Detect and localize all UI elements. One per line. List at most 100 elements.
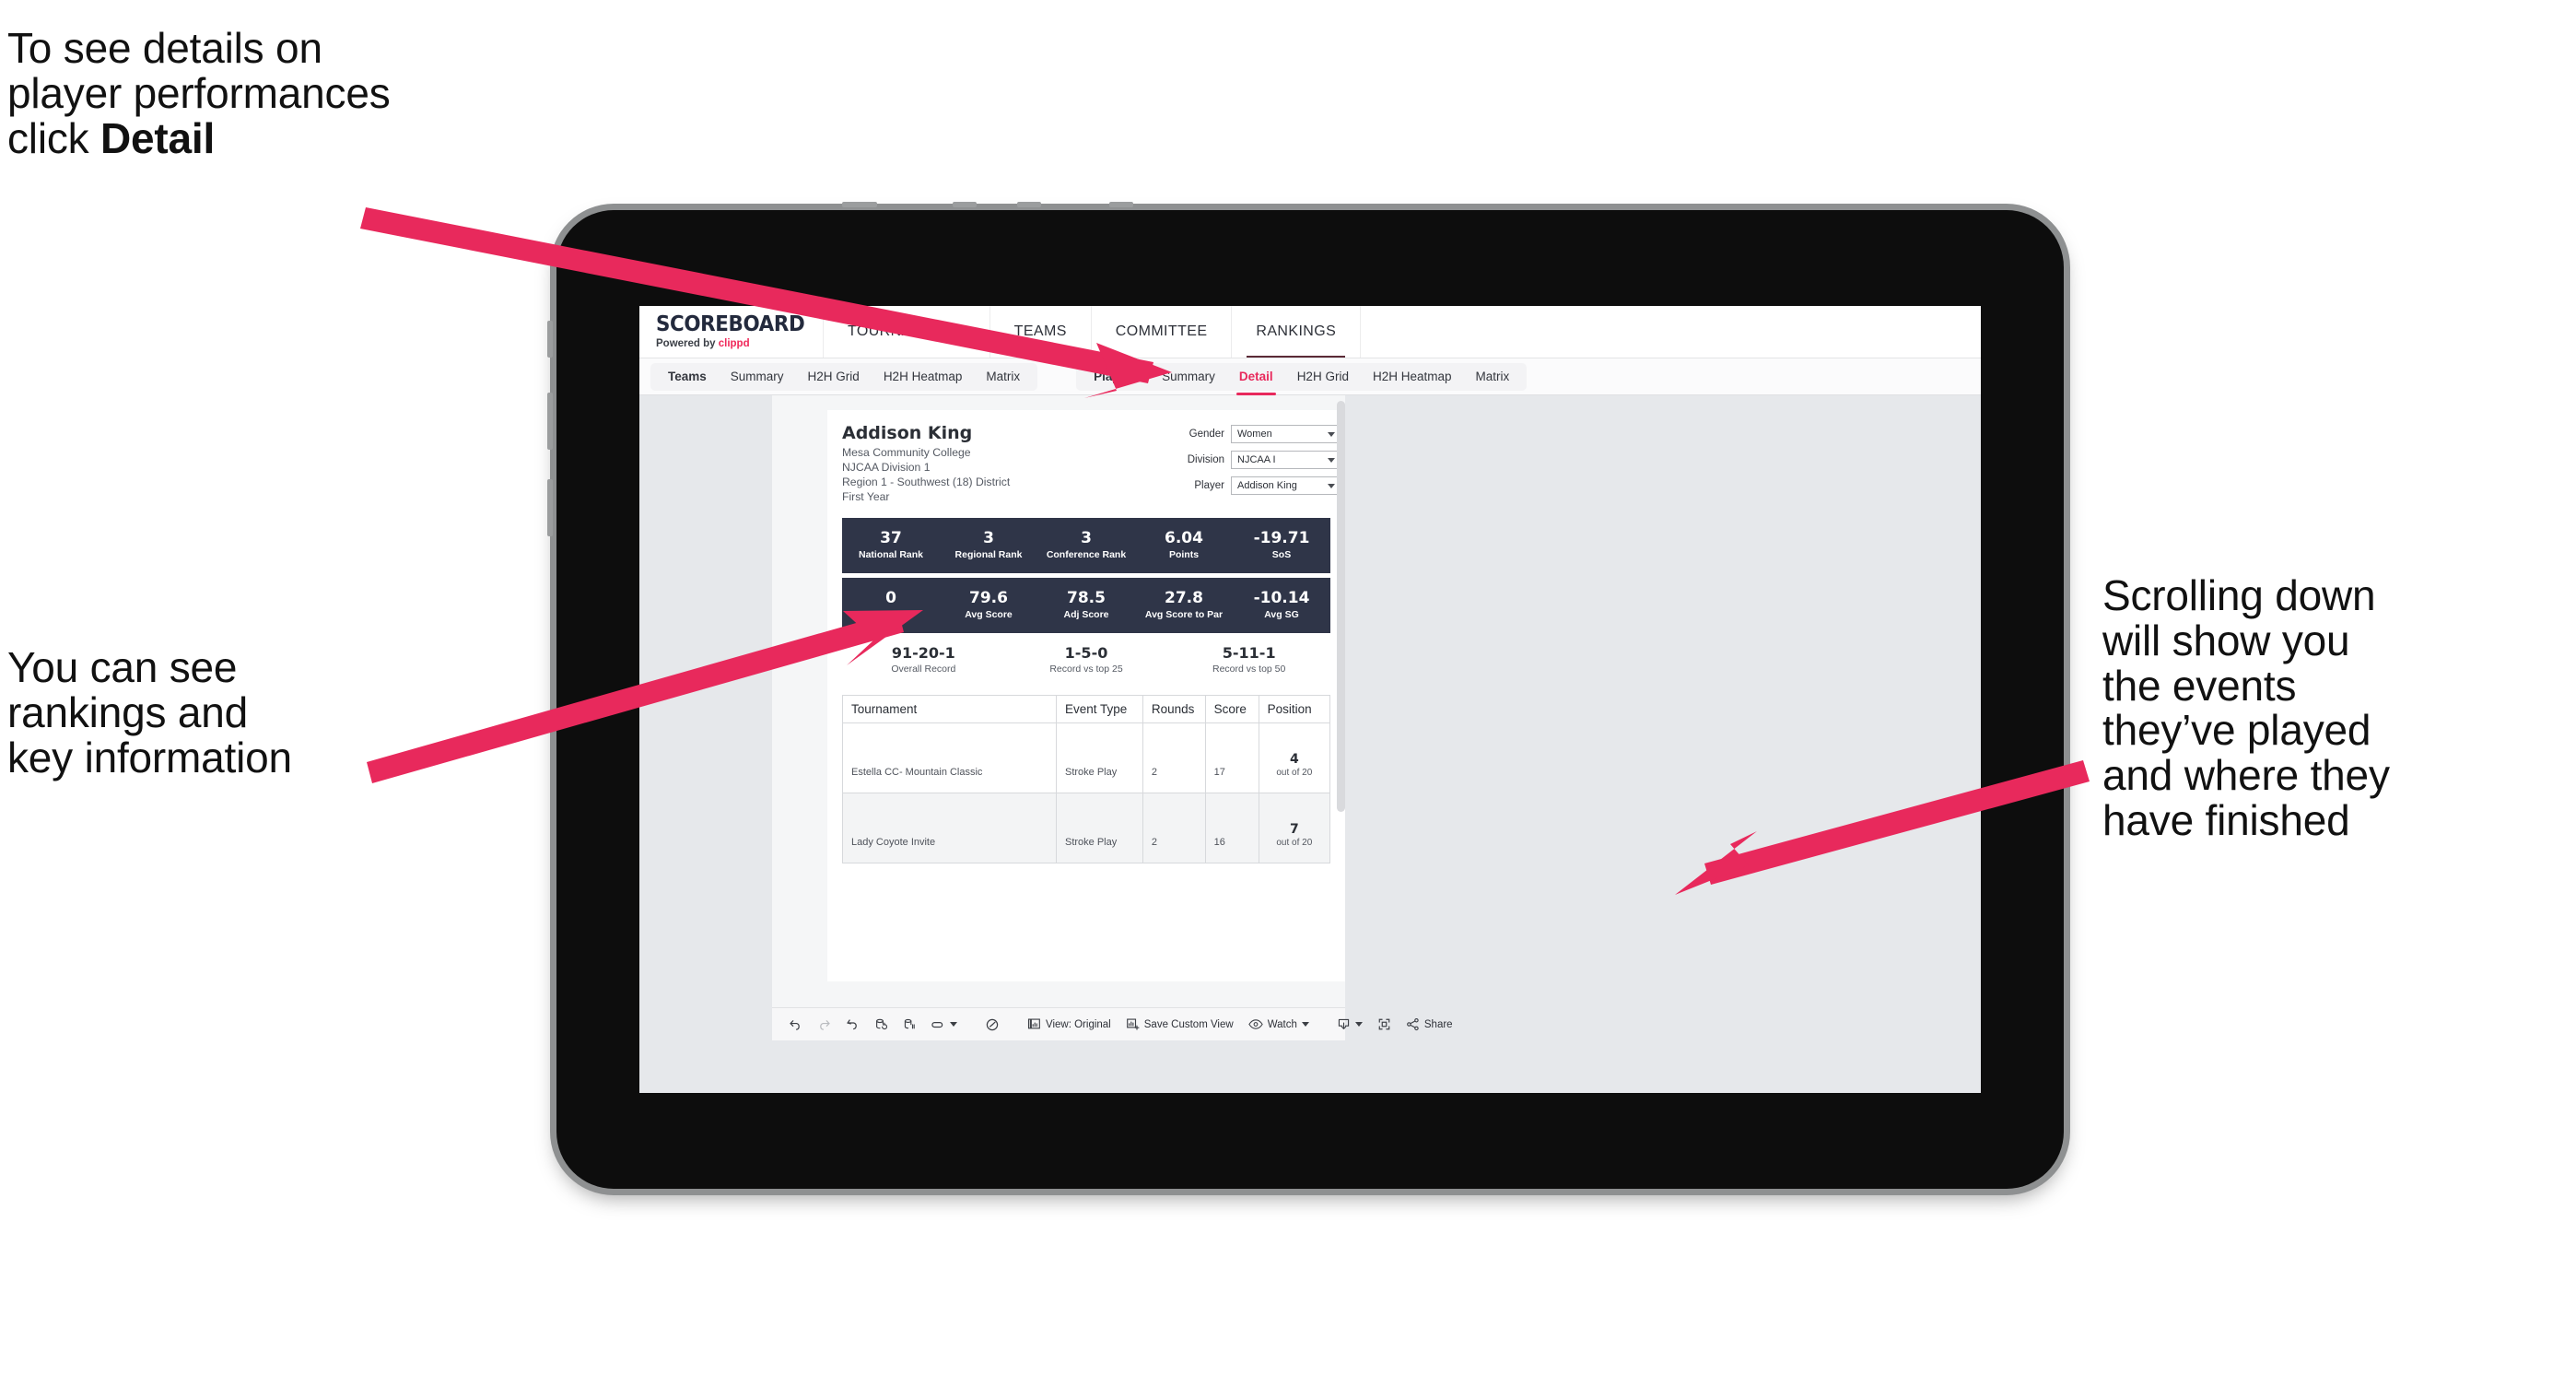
- subnav-item-players-h2h-heatmap[interactable]: H2H Heatmap: [1361, 363, 1464, 391]
- tablet-button-top-1: [842, 202, 877, 207]
- revert-button[interactable]: [838, 1014, 867, 1036]
- stat-points: 6.04 Points: [1135, 528, 1233, 561]
- stat-sos: -19.71 SoS: [1233, 528, 1330, 561]
- stat-value: 27.8: [1165, 588, 1203, 607]
- stat-label: Avg Score: [965, 609, 1013, 621]
- stat-label: Avg SG: [1264, 609, 1299, 621]
- position-value: 4: [1289, 751, 1299, 767]
- topnav-label: TOURNAMENTS: [848, 323, 966, 339]
- record-overall: 91-20-1 Overall Record: [842, 644, 1005, 675]
- cell-tournament: Lady Coyote Invite: [842, 792, 1057, 863]
- save-custom-view-button[interactable]: Save Custom View: [1118, 1014, 1241, 1036]
- stat-label: Avg Score to Par: [1144, 609, 1224, 621]
- tablet-button-side-2: [547, 393, 553, 450]
- topnav-label: RANKINGS: [1256, 323, 1337, 339]
- player-header: Addison King Mesa Community College NJCA…: [827, 423, 1345, 505]
- pause-auto-updates-button[interactable]: [896, 1014, 924, 1036]
- subnav-item-players-matrix[interactable]: Matrix: [1464, 363, 1522, 391]
- column-header-event-type[interactable]: Event Type: [1056, 694, 1143, 723]
- chevron-down-icon: [1328, 483, 1335, 488]
- filter-row-player: Player Addison King: [1159, 476, 1340, 495]
- subnav-item-players-h2h-grid[interactable]: H2H Grid: [1285, 363, 1361, 391]
- share-label: Share: [1423, 1018, 1453, 1030]
- table-row[interactable]: Lady Coyote Invite Stroke Play 2 16 7 ou…: [842, 792, 1331, 863]
- position-out-of: out of 20: [1276, 767, 1313, 778]
- topnav-item-committee[interactable]: COMMITTEE: [1092, 306, 1233, 358]
- subnav-item-teams[interactable]: Teams: [656, 363, 719, 391]
- stat-bar-scoring: 0 Wins 79.6 Avg Score 78.5 Adj Score 27.…: [842, 577, 1330, 633]
- filter-select-gender[interactable]: Women: [1231, 425, 1340, 443]
- watch-button[interactable]: Watch: [1241, 1014, 1317, 1036]
- subnav-item-players-summary[interactable]: Summary: [1150, 363, 1227, 391]
- table-row[interactable]: Estella CC- Mountain Classic Stroke Play…: [842, 722, 1331, 793]
- refresh-data-button[interactable]: [867, 1014, 896, 1036]
- chevron-down-icon: [1328, 431, 1335, 437]
- view-original-button[interactable]: View: Original: [1020, 1014, 1118, 1036]
- filter-select-player[interactable]: Addison King: [1231, 476, 1340, 495]
- player-detail-sheet: Addison King Mesa Community College NJCA…: [827, 410, 1345, 981]
- stat-value: 78.5: [1067, 588, 1106, 607]
- annotation-top-left: To see details on player performances cl…: [7, 26, 597, 160]
- subnav-item-teams-h2h-grid[interactable]: H2H Grid: [796, 363, 872, 391]
- topnav-item-teams[interactable]: TEAMS: [990, 306, 1092, 358]
- record-label: Overall Record: [891, 663, 956, 675]
- annotation-right: Scrolling down will show you the events …: [2102, 571, 2390, 844]
- viz-scrollbar-thumb[interactable]: [1337, 401, 1345, 812]
- subnav-group-players: Players Summary Detail H2H Grid H2H Heat…: [1076, 362, 1528, 395]
- filter-value-division: NJCAA I: [1237, 454, 1276, 465]
- brand-wordmark: SCOREBOARD: [656, 312, 805, 336]
- tablet-button-top-4: [1109, 202, 1133, 207]
- subnav-item-players[interactable]: Players: [1082, 363, 1150, 391]
- performance-recording-button[interactable]: [978, 1014, 1007, 1036]
- subnav-item-teams-matrix[interactable]: Matrix: [974, 363, 1032, 391]
- filter-row-gender: Gender Women: [1159, 425, 1340, 443]
- events-table-header-row: Tournament Event Type Rounds Score Posit…: [842, 694, 1331, 723]
- column-header-position[interactable]: Position: [1258, 694, 1331, 723]
- stat-label: Adj Score: [1063, 609, 1109, 621]
- filter-select-division[interactable]: NJCAA I: [1231, 451, 1340, 469]
- full-screen-button[interactable]: [1370, 1014, 1399, 1036]
- cell-score: 17: [1204, 722, 1259, 793]
- download-button[interactable]: [1329, 1014, 1370, 1036]
- filter-value-gender: Women: [1237, 429, 1272, 440]
- redo-button[interactable]: [810, 1014, 838, 1036]
- brand-powered-prefix: Powered by: [656, 338, 719, 349]
- stat-avg-score-to-par: 27.8 Avg Score to Par: [1135, 588, 1233, 621]
- topnav-item-tournaments[interactable]: TOURNAMENTS: [824, 306, 990, 358]
- annotation-top-left-emphasis: Detail: [100, 113, 216, 162]
- tablet-device-frame: SCOREBOARD Powered by clippd TOURNAMENTS…: [547, 202, 2064, 1189]
- pause-resume-dropdown[interactable]: [924, 1014, 965, 1036]
- stat-value: 0: [885, 588, 896, 607]
- topnav-item-rankings[interactable]: RANKINGS: [1232, 306, 1362, 358]
- viz-bottom-toolbar: View: Original Save Custom View Watch Sh…: [772, 1007, 1453, 1040]
- cell-rounds: 2: [1142, 722, 1206, 793]
- share-button[interactable]: Share: [1399, 1014, 1460, 1036]
- save-custom-view-label: Save Custom View: [1143, 1018, 1234, 1030]
- stat-bar-rankings: 37 National Rank 3 Regional Rank 3 Confe…: [842, 517, 1330, 573]
- stat-conference-rank: 3 Conference Rank: [1037, 529, 1135, 560]
- subnav-item-teams-h2h-heatmap[interactable]: H2H Heatmap: [872, 363, 975, 391]
- topnav-label: COMMITTEE: [1115, 323, 1208, 339]
- subnav-item-players-detail[interactable]: Detail: [1227, 363, 1285, 395]
- column-header-score[interactable]: Score: [1204, 694, 1259, 723]
- undo-button[interactable]: [781, 1014, 810, 1036]
- viz-scrollbar-track[interactable]: [1337, 395, 1345, 1040]
- brand-logo[interactable]: SCOREBOARD Powered by clippd: [639, 306, 824, 358]
- tablet-button-side-1: [547, 321, 553, 358]
- stat-value: 6.04: [1165, 528, 1203, 547]
- cell-position: 7 out of 20: [1258, 792, 1331, 863]
- record-label: Record vs top 25: [1049, 663, 1123, 675]
- stat-avg-sg: -10.14 Avg SG: [1233, 589, 1330, 621]
- filter-row-division: Division NJCAA I: [1159, 451, 1340, 469]
- chevron-down-icon: [1354, 1022, 1363, 1027]
- stat-label: SoS: [1271, 549, 1292, 561]
- cell-position: 4 out of 20: [1258, 722, 1331, 793]
- subnav-item-teams-summary[interactable]: Summary: [719, 363, 796, 391]
- stat-label: Points: [1168, 549, 1200, 561]
- filter-value-player: Addison King: [1237, 480, 1297, 491]
- column-header-rounds[interactable]: Rounds: [1142, 694, 1206, 723]
- column-header-tournament[interactable]: Tournament: [842, 694, 1057, 723]
- stat-value: -19.71: [1253, 528, 1310, 547]
- stat-value: 3: [983, 528, 994, 547]
- stat-label: Wins: [879, 609, 903, 621]
